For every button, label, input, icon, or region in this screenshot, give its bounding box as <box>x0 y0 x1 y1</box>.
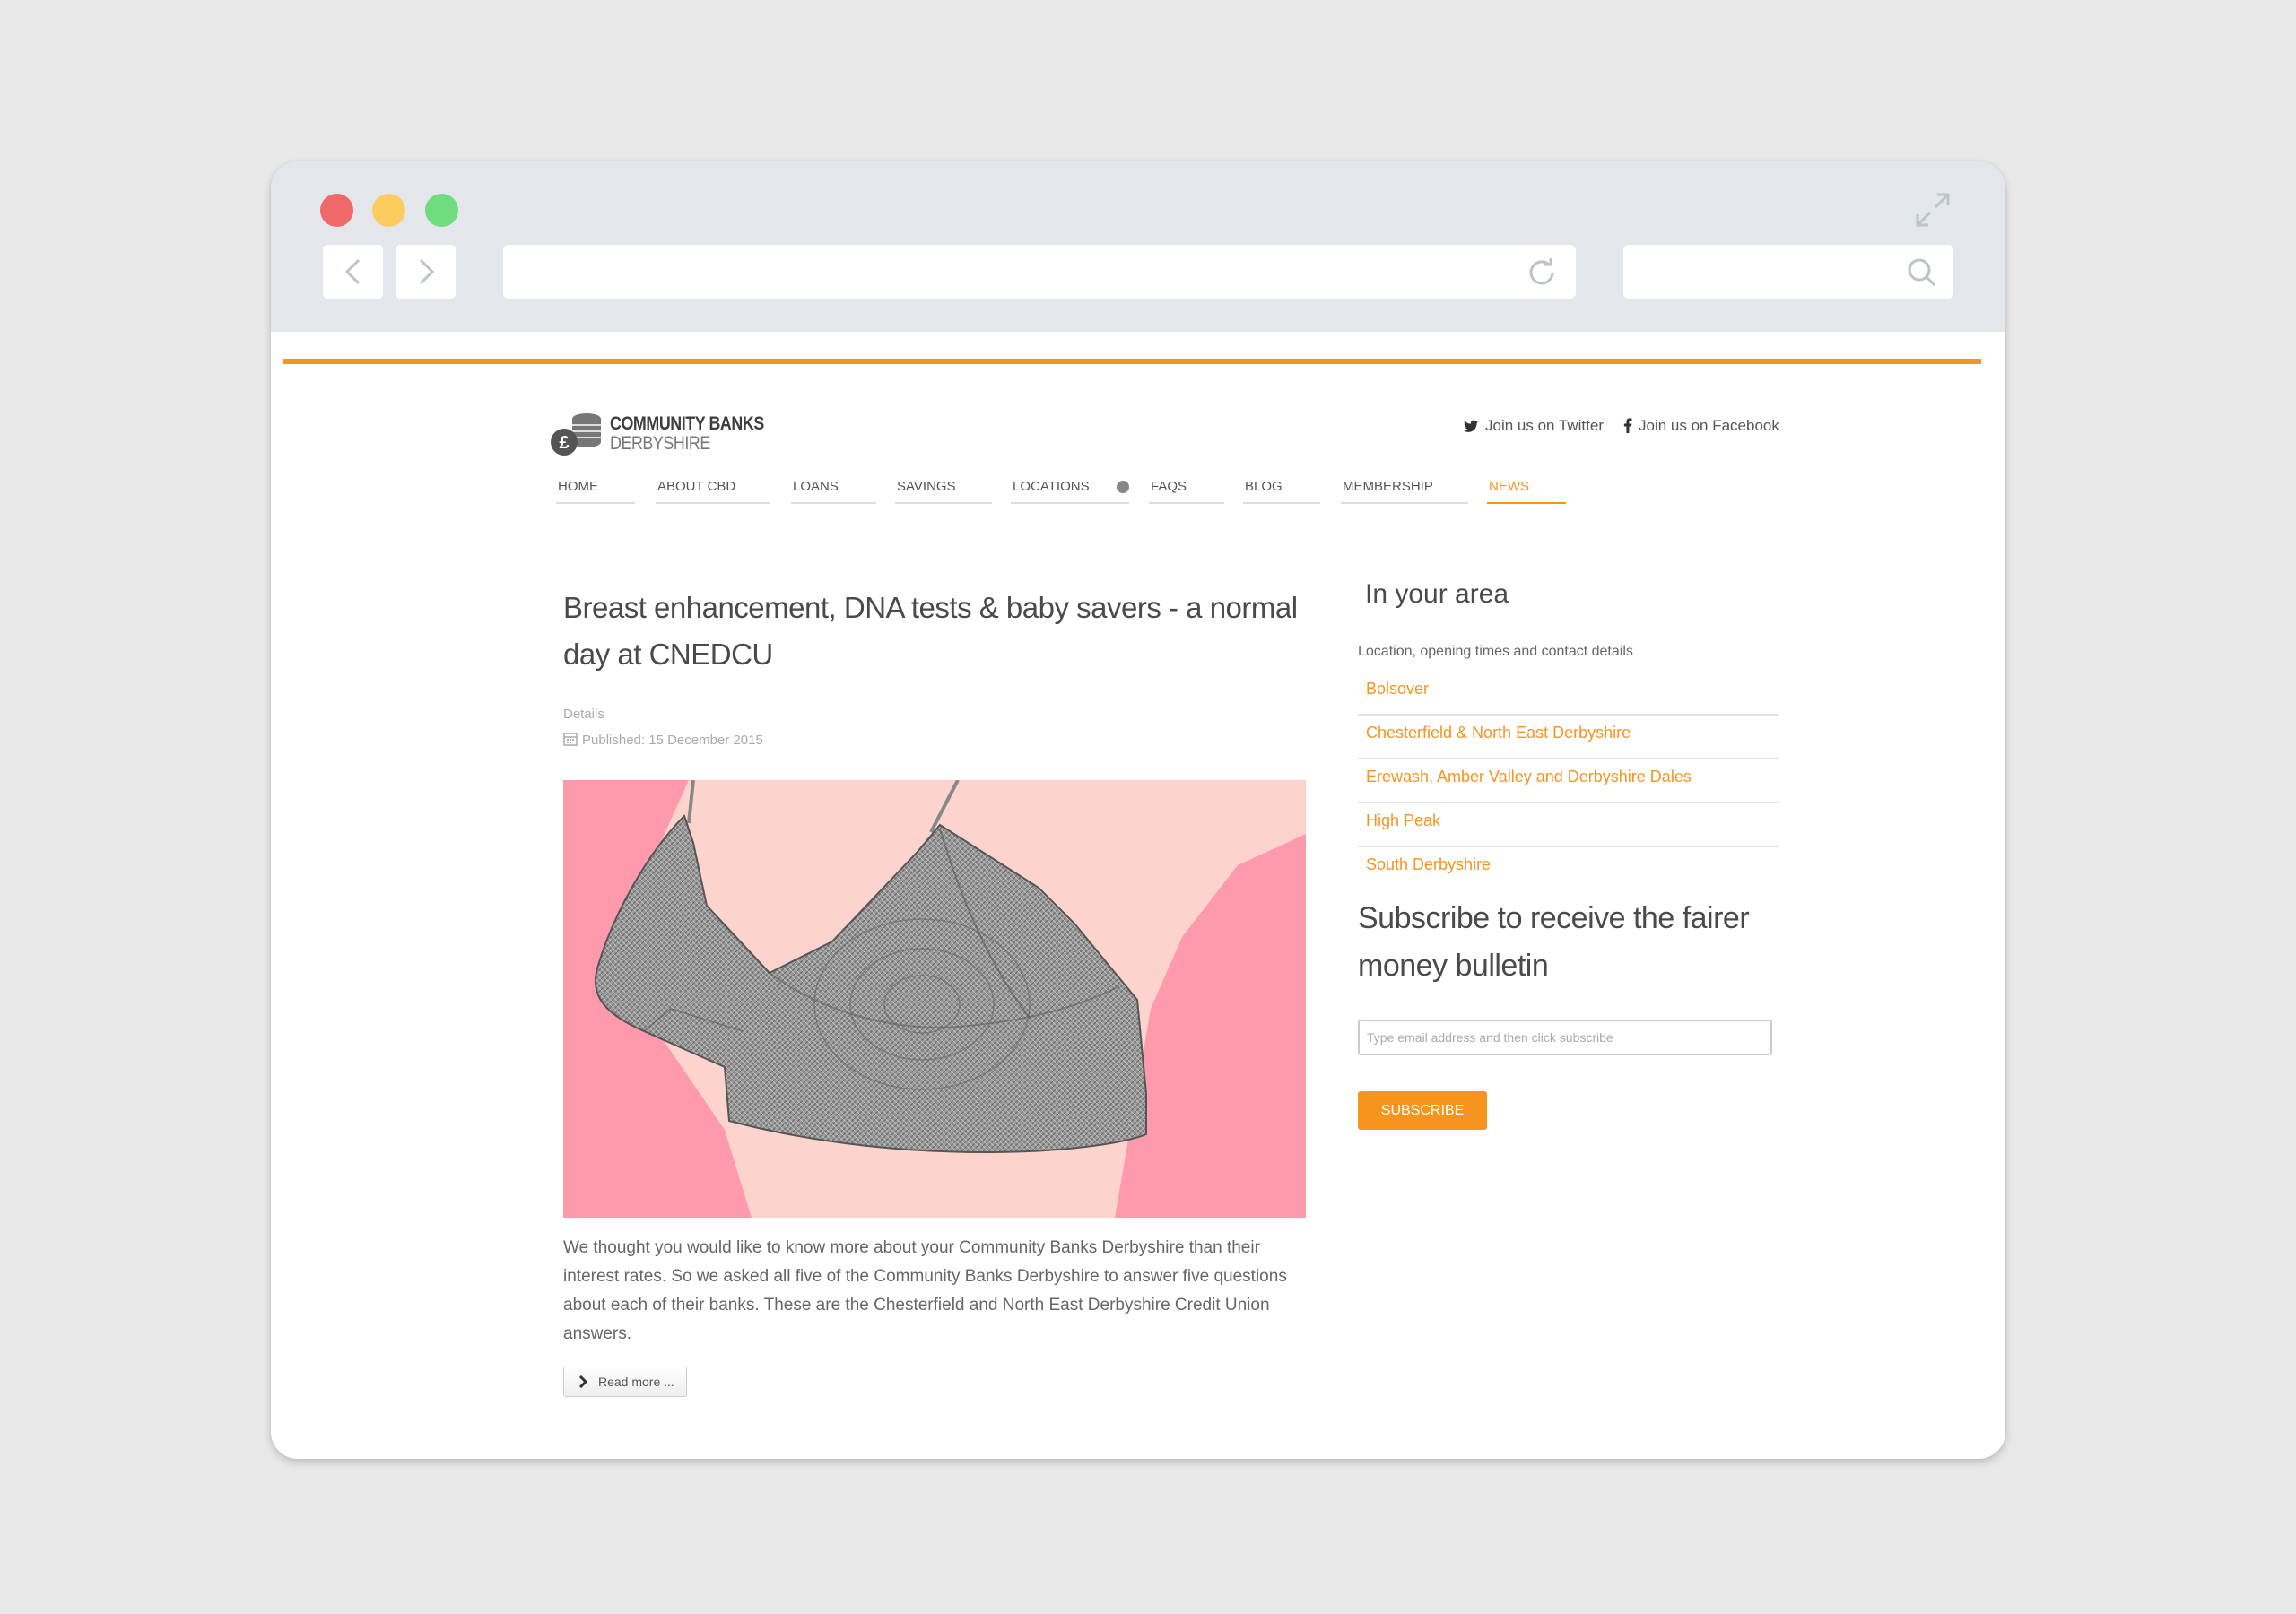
search-icon <box>1908 258 1936 287</box>
forward-button[interactable] <box>396 245 456 299</box>
coin-stack-logo-icon: £ <box>551 413 601 456</box>
nav-item-loans[interactable]: LOANS <box>791 479 876 504</box>
back-button[interactable] <box>323 245 383 299</box>
article-details-label: Details <box>563 707 604 722</box>
browser-toolbar <box>271 161 2005 332</box>
twitter-link-label: Join us on Twitter <box>1485 417 1604 434</box>
nav-item-savings[interactable]: SAVINGS <box>895 479 992 504</box>
sidebar-area-title: In your area <box>1365 579 1509 609</box>
top-accent-bar <box>283 359 1981 364</box>
reload-icon[interactable] <box>1526 256 1558 289</box>
close-window-button[interactable] <box>320 194 353 227</box>
dropdown-indicator-icon <box>1117 481 1129 493</box>
location-link-chesterfield[interactable]: Chesterfield & North East Derbyshire <box>1358 716 1779 759</box>
article-excerpt: We thought you would like to know more a… <box>563 1238 1287 1343</box>
address-bar[interactable] <box>503 245 1576 299</box>
chevron-right-icon <box>419 258 435 285</box>
nav-item-membership[interactable]: MEMBERSHIP <box>1341 479 1468 504</box>
nav-item-locations-label: LOCATIONS <box>1013 479 1090 494</box>
read-more-label: Read more ... <box>598 1375 674 1389</box>
subscribe-title: Subscribe to receive the fairer money bu… <box>1358 901 1750 983</box>
calendar-icon <box>563 733 578 746</box>
subscribe-button[interactable]: SUBSCRIBE <box>1358 1091 1487 1130</box>
location-link-erewash[interactable]: Erewash, Amber Valley and Derbyshire Dal… <box>1358 760 1779 803</box>
chevron-left-icon <box>344 258 361 285</box>
read-more-button[interactable]: Read more ... <box>563 1367 687 1397</box>
location-link-bolsover[interactable]: Bolsover <box>1358 672 1779 716</box>
article-title[interactable]: Breast enhancement, DNA tests & baby sav… <box>563 585 1308 678</box>
twitter-icon <box>1464 420 1479 432</box>
article-published-date: Published: 15 December 2015 <box>563 732 763 748</box>
facebook-icon <box>1623 418 1632 433</box>
browser-window: £ COMMUNITY BANKS DERBYSHIRE Join us on … <box>271 161 2005 1459</box>
location-list: Bolsover Chesterfield & North East Derby… <box>1358 672 1779 892</box>
facebook-link-label: Join us on Facebook <box>1639 417 1779 434</box>
browser-search-bar[interactable] <box>1623 245 1953 299</box>
nav-item-news[interactable]: NEWS <box>1487 479 1566 504</box>
nav-item-home[interactable]: HOME <box>556 479 635 504</box>
minimize-window-button[interactable] <box>372 194 405 227</box>
location-link-high-peak[interactable]: High Peak <box>1358 804 1779 847</box>
location-link-south-derbyshire[interactable]: South Derbyshire <box>1358 848 1779 891</box>
nav-item-faqs[interactable]: FAQS <box>1149 479 1224 504</box>
chevron-right-icon <box>578 1375 587 1388</box>
twitter-link[interactable]: Join us on Twitter <box>1464 417 1604 435</box>
svg-text:£: £ <box>559 433 569 453</box>
nav-item-blog[interactable]: BLOG <box>1243 479 1320 504</box>
logo-text-line2: DERBYSHIRE <box>610 433 710 454</box>
sidebar-area-subtitle: Location, opening times and contact deta… <box>1358 644 1633 659</box>
email-field[interactable] <box>1358 1020 1772 1055</box>
nav-item-about-cbd[interactable]: ABOUT CBD <box>656 479 770 504</box>
article-published-text: Published: 15 December 2015 <box>582 733 763 748</box>
expand-icon[interactable] <box>1914 191 1952 229</box>
zoom-window-button[interactable] <box>425 194 458 227</box>
facebook-link[interactable]: Join us on Facebook <box>1623 417 1779 435</box>
nav-item-locations[interactable]: LOCATIONS <box>1011 479 1129 504</box>
logo-text-line1: COMMUNITY BANKS <box>610 413 764 434</box>
article-hero-image <box>563 780 1306 1218</box>
